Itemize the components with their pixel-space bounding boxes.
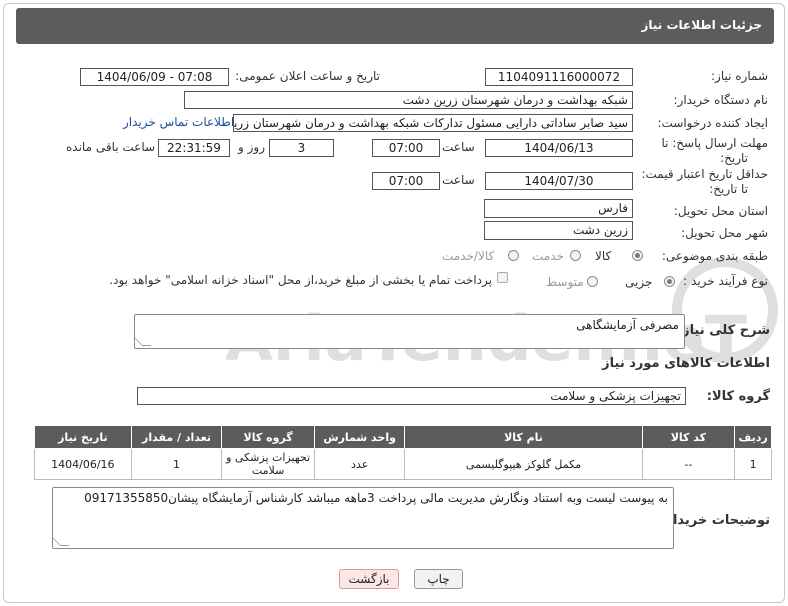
remaining-time-field: 22:31:59: [158, 139, 230, 157]
process-option-medium: متوسط: [546, 275, 584, 289]
cell-group: تجهیزات پزشکی و سلامت: [221, 448, 315, 480]
announce-label: تاریخ و ساعت اعلان عمومی:: [235, 69, 380, 83]
creator-field: سید صابر ساداتی دارایی مسئول تدارکات شبک…: [233, 114, 633, 132]
table-header-row: ردیف کد کالا نام کالا واحد شمارش گروه کا…: [34, 425, 772, 449]
city-label: شهر محل تحویل:: [681, 226, 768, 240]
validity-time-label: ساعت: [442, 173, 475, 187]
category-option-goods: کالا: [595, 249, 612, 263]
col-header-unit: واحد شمارش: [313, 425, 406, 449]
cell-date: 1404/06/16: [34, 448, 132, 480]
summary-label: شرح کلی نیاز:: [676, 323, 770, 338]
page-header: جزئیات اطلاعات نیاز: [16, 8, 774, 44]
process-label: نوع فرآیند خرید :: [683, 274, 768, 288]
process-option-minor: جزیی: [625, 275, 653, 289]
print-button[interactable]: چاپ: [414, 569, 463, 589]
items-table: ردیف کد کالا نام کالا واحد شمارش گروه کا…: [34, 425, 772, 480]
cell-name: مکمل گلوکز هیپوگلیسمی: [404, 448, 643, 480]
days-field: 3: [269, 139, 334, 157]
col-header-date: تاریخ نیاز: [34, 425, 132, 449]
category-option-both: کالا/خدمت: [442, 249, 495, 263]
buyer-org-label: نام دستگاه خریدار:: [673, 93, 769, 107]
goods-group-label: گروه کالا:: [706, 389, 770, 404]
cell-code: --: [641, 448, 736, 480]
category-radio-goods[interactable]: [632, 250, 643, 261]
deadline-label-date: تاریخ:: [720, 151, 748, 165]
cell-row-num: 1: [734, 448, 772, 480]
treasury-checkbox[interactable]: [497, 272, 508, 283]
table-row: 1 -- مکمل گلوکز هیپوگلیسمی عدد تجهیزات پ…: [34, 448, 772, 480]
announce-field: 1404/06/09 - 07:08: [80, 68, 229, 86]
col-header-name: نام کالا: [404, 425, 643, 449]
category-radio-both[interactable]: [508, 250, 519, 261]
need-number-label: شماره نیاز:: [711, 69, 768, 83]
validity-time-field: 07:00: [372, 172, 440, 190]
col-header-code: کد کالا: [641, 425, 736, 449]
resize-grip-icon[interactable]: [133, 337, 152, 346]
resize-grip-icon[interactable]: [51, 537, 70, 546]
deadline-time-field: 07:00: [372, 139, 440, 157]
validity-date-field: 1404/07/30: [485, 172, 633, 190]
deadline-date-field: 1404/06/13: [485, 139, 633, 157]
contact-info-link[interactable]: اطلاعات تماس خریدار: [123, 115, 234, 129]
remaining-label: ساعت باقی مانده: [66, 140, 156, 154]
col-header-row-num: ردیف: [734, 425, 772, 449]
summary-text: مصرفی آزمایشگاهی: [576, 318, 679, 332]
category-radio-service[interactable]: [570, 250, 581, 261]
city-field: زرین دشت: [484, 221, 633, 240]
creator-label: ایجاد کننده درخواست:: [657, 116, 768, 130]
goods-info-title: اطلاعات کالاهای مورد نیاز: [602, 356, 770, 371]
buyer-org-field: شبکه بهداشت و درمان شهرستان زرین دشت: [184, 91, 633, 109]
buyer-notes-textarea[interactable]: به پیوست لیست وبه استناد ونگارش مدیریت م…: [51, 487, 674, 549]
summary-textarea[interactable]: مصرفی آزمایشگاهی: [133, 314, 685, 349]
deadline-label: مهلت ارسال پاسخ: تا: [661, 136, 768, 150]
days-label: روز و: [238, 140, 265, 154]
goods-group-field: تجهیزات پزشکی و سلامت: [137, 387, 686, 405]
deadline-time-label: ساعت: [442, 140, 475, 154]
need-number-field: 1104091116000072: [485, 68, 633, 86]
province-field: فارس: [484, 199, 633, 218]
col-header-group: گروه کالا: [221, 425, 315, 449]
province-label: استان محل تحویل:: [673, 204, 768, 218]
category-label: طبقه بندی موضوعی:: [661, 249, 768, 263]
min-price-label: حداقل تاریخ اعتبار قیمت:: [641, 167, 768, 181]
buyer-notes-text: به پیوست لیست وبه استناد ونگارش مدیریت م…: [84, 491, 668, 505]
back-button[interactable]: بازگشت: [339, 569, 399, 589]
payment-note: پرداخت تمام یا بخشی از مبلغ خرید،از محل …: [109, 273, 492, 287]
cell-qty: 1: [130, 448, 223, 480]
cell-unit: عدد: [313, 448, 406, 480]
col-header-qty: تعداد / مقدار: [130, 425, 223, 449]
min-price-label-date: تا تاریخ:: [709, 182, 748, 196]
page-title: جزئیات اطلاعات نیاز: [641, 18, 762, 32]
buyer-notes-label: توضیحات خریدار:: [660, 513, 770, 528]
process-radio-minor[interactable]: [664, 276, 675, 287]
category-option-service: خدمت: [532, 249, 564, 263]
process-radio-medium[interactable]: [587, 276, 598, 287]
